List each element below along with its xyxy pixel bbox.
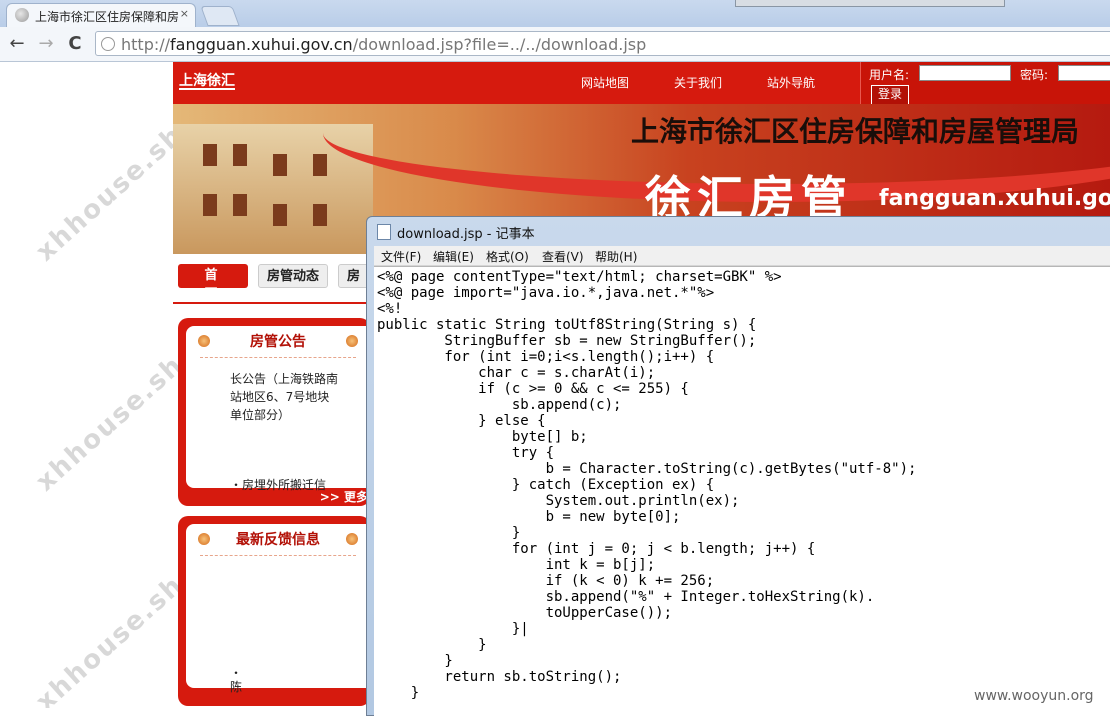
menu-bar: 文件(F) 编辑(E) 格式(O) 查看(V) 帮助(H)	[374, 246, 1110, 266]
username-label: 用户名:	[869, 68, 910, 82]
notepad-file-icon	[377, 224, 391, 240]
site-logo[interactable]: 上海徐汇	[179, 74, 235, 90]
username-input[interactable]	[919, 65, 1011, 81]
password-label: 密码:	[1020, 68, 1049, 82]
background-window-edge	[735, 0, 1005, 7]
file-content: <%@ page contentType="text/html; charset…	[377, 269, 917, 701]
reload-icon[interactable]: C	[64, 33, 86, 55]
announcement-item[interactable]: 长公告（上海铁路南站地区6、7号地块单位部分）	[230, 370, 340, 424]
menu-help[interactable]: 帮助(H)	[595, 248, 637, 265]
password-input[interactable]	[1058, 65, 1110, 81]
forward-arrow-icon[interactable]: →	[35, 33, 57, 55]
login-box: 用户名: 密码: 登录	[860, 62, 1110, 105]
page-info-icon[interactable]	[101, 37, 115, 51]
page-favicon-icon	[15, 8, 29, 22]
banner-title: 上海市徐汇区住房保障和房屋管理局	[631, 115, 1080, 148]
title-divider	[200, 555, 356, 556]
nav-link-sitemap[interactable]: 网站地图	[581, 74, 629, 91]
more-link[interactable]: >> 更多	[320, 488, 368, 505]
announcements-panel: 房管公告 长公告（上海铁路南站地区6、7号地块单位部分） ・房埋外所搬迁信 >>…	[178, 318, 370, 506]
tab-close-icon[interactable]: ×	[180, 7, 189, 20]
nav-home[interactable]: 首页	[178, 264, 248, 302]
menu-view[interactable]: 查看(V)	[542, 248, 584, 265]
notepad-window[interactable]: download.jsp - 记事本 文件(F) 编辑(E) 格式(O) 查看(…	[366, 216, 1110, 718]
title-bullet-icon	[346, 335, 358, 347]
browser-tab-strip: 上海市徐汇区住房保障和房 ×	[0, 0, 1110, 27]
feedback-panel: 最新反馈信息 ・ 陈	[178, 516, 370, 706]
address-bar[interactable]: http://fangguan.xuhui.gov.cn/download.js…	[95, 31, 1110, 56]
banner-domain: fangguan.xuhui.gov.cn	[879, 186, 1110, 211]
title-bullet-icon	[346, 533, 358, 545]
main-nav: 首页 房管动态 房管	[173, 254, 378, 304]
nav-link-about[interactable]: 关于我们	[674, 74, 722, 91]
browser-toolbar: ← → C http://fangguan.xuhui.gov.cn/downl…	[0, 27, 1110, 62]
browser-tab[interactable]: 上海市徐汇区住房保障和房 ×	[6, 3, 196, 27]
wooyun-watermark: www.wooyun.org	[972, 688, 1096, 704]
new-tab-button[interactable]	[200, 6, 240, 26]
menu-format[interactable]: 格式(O)	[486, 248, 529, 265]
panel-title: 最新反馈信息	[236, 532, 320, 548]
url-text: http://fangguan.xuhui.gov.cn/download.js…	[121, 35, 647, 54]
menu-file[interactable]: 文件(F)	[381, 248, 421, 265]
nav-link-external[interactable]: 站外导航	[767, 74, 815, 91]
window-title: download.jsp - 记事本	[397, 227, 535, 242]
back-arrow-icon[interactable]: ←	[6, 33, 28, 55]
announcement-item[interactable]: ・房埋外所搬迁信	[230, 476, 326, 493]
login-button[interactable]: 登录	[871, 85, 909, 105]
text-editor[interactable]: <%@ page contentType="text/html; charset…	[374, 266, 1110, 718]
title-divider	[200, 357, 356, 358]
menu-edit[interactable]: 编辑(E)	[433, 248, 474, 265]
nav-news[interactable]: 房管动态	[258, 264, 329, 288]
site-header: 上海徐汇 网站地图 关于我们 站外导航 用户名: 密码: 登录	[173, 62, 1110, 105]
tab-title: 上海市徐汇区住房保障和房	[35, 10, 180, 24]
feedback-item[interactable]: ・ 陈	[230, 666, 242, 694]
panel-title: 房管公告	[250, 334, 306, 350]
